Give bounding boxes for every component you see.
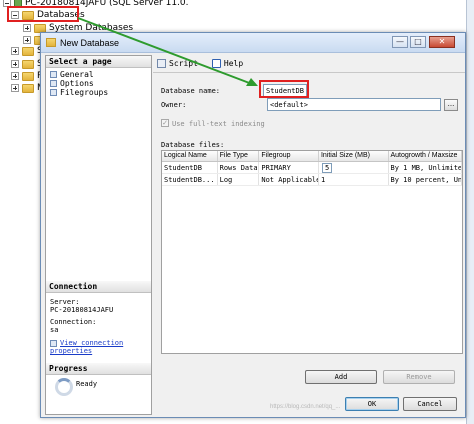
column-header[interactable]: File Type [218, 151, 260, 161]
owner-browse-button[interactable]: ... [444, 99, 458, 111]
grid-header: Logical Name File Type Filegroup Initial… [162, 151, 462, 162]
column-header[interactable]: Initial Size (MB) [319, 151, 389, 161]
tree-partial-node[interactable]: S [11, 45, 43, 57]
database-files-label: Database files: [161, 141, 225, 149]
connection-value: sa [50, 326, 59, 334]
file-type-cell[interactable]: Rows Data [218, 162, 260, 173]
expand-icon[interactable] [11, 72, 19, 80]
page-icon [50, 71, 57, 78]
expand-icon[interactable] [11, 60, 19, 68]
owner-label: Owner: [161, 101, 187, 109]
filegroup-cell[interactable]: Not Applicable [259, 174, 319, 185]
server-value: PC-20180814JAFU [50, 306, 114, 314]
initial-size-input[interactable]: 5 [321, 163, 333, 173]
column-header[interactable]: Logical Name [162, 151, 218, 161]
select-page-pane: Select a page General Options Filegroups… [45, 55, 152, 415]
dialog-title: New Database [60, 38, 120, 48]
table-row[interactable]: StudentDB Rows Data PRIMARY 5 By 1 MB, U… [162, 162, 462, 174]
initial-size-cell[interactable]: 1 [319, 174, 389, 185]
tree-partial-node[interactable]: R [11, 70, 43, 82]
expand-icon[interactable] [23, 24, 31, 32]
expand-icon[interactable] [11, 84, 19, 92]
logical-name-cell[interactable]: StudentDB... [162, 174, 218, 185]
folder-icon [22, 83, 34, 93]
page-general[interactable]: General [46, 70, 151, 79]
fulltext-checkbox[interactable]: ✓ [161, 119, 169, 127]
databases-highlight [7, 6, 79, 22]
database-files-grid: Logical Name File Type Filegroup Initial… [161, 150, 463, 354]
close-button[interactable]: ✕ [429, 36, 455, 48]
help-label: Help [223, 58, 244, 68]
remove-button[interactable]: Remove [383, 370, 455, 384]
script-button[interactable]: Script [157, 58, 198, 68]
dialog-toolbar: Script Help [153, 55, 465, 71]
expand-icon[interactable] [23, 36, 31, 44]
toolbar-divider [153, 72, 465, 73]
connection-label: Connection: [50, 318, 97, 326]
script-icon [157, 58, 166, 68]
expand-icon[interactable] [11, 47, 19, 55]
server-label: Server: [50, 298, 80, 306]
add-button[interactable]: Add [305, 370, 377, 384]
autogrowth-cell[interactable]: By 10 percent, Unli [389, 174, 462, 185]
folder-icon [22, 46, 34, 56]
page-filegroups-label: Filegroups [60, 88, 109, 97]
autogrowth-cell[interactable]: By 1 MB, Unlimited [389, 162, 462, 173]
ok-button[interactable]: OK [345, 397, 399, 411]
folder-icon [22, 71, 34, 81]
select-page-header: Select a page [46, 56, 151, 68]
fulltext-label: Use full-text indexing [172, 120, 265, 128]
new-database-dialog: New Database — □ ✕ Select a page General… [40, 32, 466, 418]
progress-header: Progress [46, 363, 151, 375]
script-label: Script [169, 58, 198, 68]
tree-partial-node[interactable]: S [11, 58, 43, 70]
page-options-label: Options [60, 79, 94, 88]
page-options[interactable]: Options [46, 79, 151, 88]
connection-header: Connection [46, 281, 151, 293]
column-header[interactable]: Autogrowth / Maxsize [389, 151, 462, 161]
help-icon [211, 58, 221, 68]
file-type-cell[interactable]: Log [218, 174, 260, 185]
view-connection-link[interactable]: View connection properties [50, 339, 130, 355]
database-icon [46, 38, 56, 47]
minimize-button[interactable]: — [392, 36, 408, 48]
maximize-button[interactable]: □ [410, 36, 426, 48]
initial-size-cell[interactable]: 5 [319, 162, 389, 173]
dialog-titlebar[interactable]: New Database — □ ✕ [41, 33, 465, 53]
link-icon [50, 339, 57, 347]
page-icon [50, 89, 57, 96]
database-name-label: Database name: [161, 87, 221, 95]
page-general-label: General [60, 70, 94, 79]
folder-icon [22, 59, 34, 69]
column-header[interactable]: Filegroup [259, 151, 319, 161]
progress-spinner-icon [55, 378, 73, 396]
progress-status: Ready [76, 380, 98, 388]
logical-name-cell[interactable]: StudentDB [162, 162, 218, 173]
scrollbar[interactable] [466, 0, 474, 424]
owner-input[interactable]: <default> [267, 98, 441, 111]
help-button[interactable]: Help [211, 58, 244, 68]
table-row[interactable]: StudentDB... Log Not Applicable 1 By 10 … [162, 174, 462, 186]
page-filegroups[interactable]: Filegroups [46, 88, 151, 97]
database-name-highlight [259, 80, 309, 98]
watermark: https://blog.csdn.net/qq_... [270, 404, 341, 410]
cancel-button[interactable]: Cancel [403, 397, 457, 411]
filegroup-cell[interactable]: PRIMARY [259, 162, 319, 173]
view-connection-link-text[interactable]: View connection properties [50, 339, 123, 355]
page-icon [50, 80, 57, 87]
